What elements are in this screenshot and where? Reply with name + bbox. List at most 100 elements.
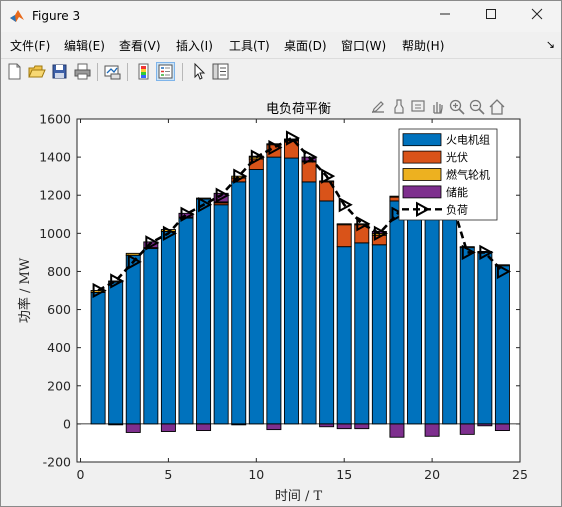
menu-view[interactable]: 查看(V) (119, 37, 161, 54)
legend-label-load: 负荷 (446, 202, 468, 216)
bar-storage (354, 423, 370, 430)
legend-swatch-pv (402, 150, 442, 164)
bar-thermal (494, 265, 510, 425)
export-icon[interactable] (369, 98, 387, 116)
figure-window: Figure 3 文件(F) 编辑(E) 查看(V) 插入(I) 工具(T) 桌… (0, 0, 562, 507)
bar-thermal (442, 202, 458, 425)
toolbar (1, 58, 561, 86)
menu-bar: 文件(F) 编辑(E) 查看(V) 插入(I) 工具(T) 桌面(D) 窗口(W… (1, 34, 561, 56)
bar-thermal (301, 181, 317, 425)
menu-tools[interactable]: 工具(T) (229, 37, 270, 54)
y-tick-label: 800 (47, 264, 71, 279)
save-icon[interactable] (50, 62, 69, 81)
bar-gas (336, 223, 352, 226)
chart-title: 电负荷平衡 (266, 102, 331, 117)
pointer-icon[interactable] (189, 62, 208, 81)
y-tick-label: 1400 (39, 150, 71, 165)
bar-thermal (196, 198, 212, 425)
menu-help[interactable]: 帮助(H) (402, 37, 444, 54)
menu-overflow-icon[interactable]: ↘ (546, 38, 555, 51)
y-tick-label: 600 (47, 302, 71, 317)
minimize-icon (440, 13, 450, 15)
bar-thermal (160, 230, 176, 425)
bar-storage (196, 423, 212, 432)
bar-storage (266, 423, 282, 431)
bar-thermal (336, 246, 352, 425)
menu-file[interactable]: 文件(F) (10, 37, 50, 54)
chart: 电负荷平衡 0 5 10 15 20 25 -200 0 200 400 600 800 1000 12… (17, 102, 528, 504)
toolbar-separator (182, 63, 183, 81)
maximize-button[interactable] (468, 1, 514, 32)
bar-thermal (178, 217, 194, 425)
bar-thermal (477, 251, 493, 425)
menu-window[interactable]: 窗口(W) (341, 37, 386, 54)
open-file-icon[interactable] (27, 62, 46, 81)
bar-storage (389, 423, 405, 438)
y-tick-label: 1000 (39, 226, 71, 241)
x-tick-label: 15 (336, 467, 352, 482)
legend[interactable]: 火电机组光伏燃气轮机储能负荷 (398, 128, 498, 221)
y-tick-label: 400 (47, 340, 71, 355)
x-tick-label: 10 (248, 467, 264, 482)
bar-thermal (389, 200, 405, 425)
y-axis-label: 功率 / MW (17, 257, 33, 323)
bar-storage (459, 423, 475, 435)
menu-edit[interactable]: 编辑(E) (64, 37, 105, 54)
title-bar[interactable]: Figure 3 (1, 1, 561, 32)
legend-swatch-thermal (402, 133, 442, 147)
legend-label-thermal: 火电机组 (446, 133, 490, 147)
matlab-icon (10, 10, 24, 22)
legend-icon (158, 64, 173, 79)
bar-storage (319, 423, 335, 428)
menu-insert[interactable]: 插入(I) (176, 37, 213, 54)
legend-label-gas: 燃气轮机 (446, 168, 490, 182)
link-plot-icon[interactable] (103, 62, 122, 81)
bar-pv (336, 224, 352, 248)
bar-thermal (407, 208, 423, 425)
close-button[interactable] (514, 1, 560, 32)
legend-label-pv: 光伏 (446, 150, 468, 164)
y-tick-label: 1200 (39, 188, 71, 203)
brush-icon[interactable] (390, 98, 408, 116)
x-tick-label: 20 (424, 467, 440, 482)
bar-storage (494, 423, 510, 432)
legend-swatch-storage (402, 185, 442, 199)
print-icon[interactable] (73, 62, 92, 81)
bar-thermal (213, 204, 229, 425)
bar-thermal (319, 200, 335, 425)
y-tick-label: -200 (43, 455, 71, 470)
bar-thermal (125, 254, 141, 425)
x-tick-label: 25 (512, 467, 528, 482)
bar-thermal (283, 157, 299, 425)
legend-label-storage: 储能 (446, 185, 468, 199)
pan-icon[interactable] (428, 98, 446, 116)
bar-storage (336, 423, 352, 430)
window-title: Figure 3 (32, 9, 81, 23)
datatip-icon[interactable] (409, 98, 427, 116)
bar-thermal (90, 291, 106, 425)
bar-thermal (459, 247, 475, 425)
minimize-button[interactable] (422, 1, 468, 32)
colorbar-icon[interactable] (134, 62, 153, 81)
bar-thermal (266, 156, 282, 425)
bar-thermal (143, 248, 159, 425)
bar-thermal (354, 242, 370, 425)
bar-storage (125, 423, 141, 433)
close-icon (531, 8, 543, 20)
zoom-out-icon[interactable] (468, 98, 486, 116)
bar-pv (301, 161, 317, 183)
x-axis-label: 时间 / T (275, 489, 323, 504)
legend-toggle-button[interactable] (156, 62, 175, 81)
bar-thermal (231, 181, 247, 425)
new-figure-icon[interactable] (5, 62, 24, 81)
home-icon[interactable] (488, 98, 506, 116)
property-inspector-icon[interactable] (211, 62, 230, 81)
x-tick-label: 5 (164, 467, 172, 482)
y-tick-label: 0 (63, 416, 71, 431)
menu-desktop[interactable]: 桌面(D) (284, 37, 327, 54)
maximize-icon (486, 9, 496, 19)
bar-thermal (371, 244, 387, 425)
toolbar-separator (97, 63, 98, 81)
bar-storage (424, 423, 440, 437)
zoom-in-icon[interactable] (448, 98, 466, 116)
